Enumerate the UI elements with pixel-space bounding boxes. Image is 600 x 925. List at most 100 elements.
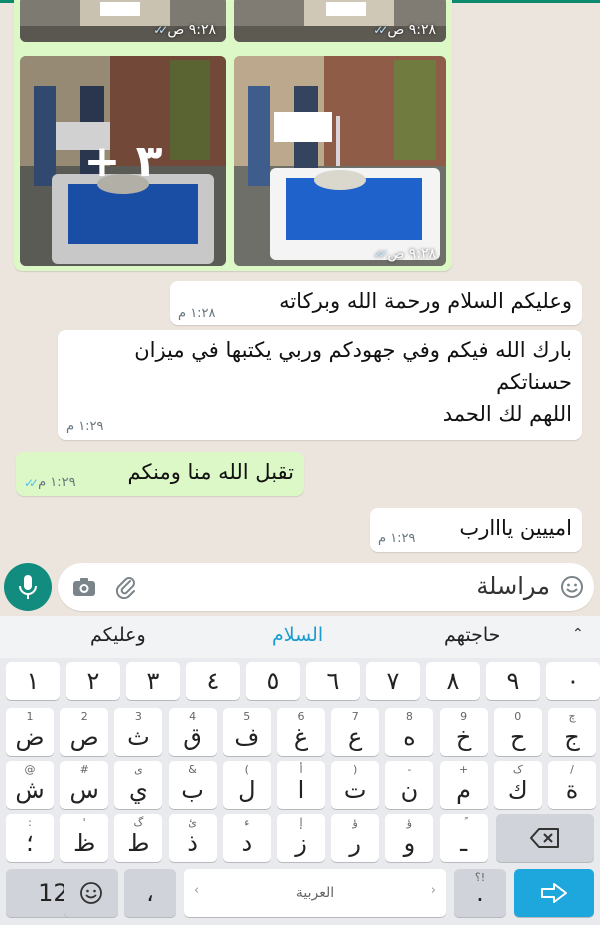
key-label: ٨	[446, 667, 460, 695]
letter-key[interactable]: ﭺج	[548, 708, 596, 756]
suggestion-item[interactable]: وعليكم	[90, 624, 146, 646]
chat-area[interactable]: ٩:٢٨ ص ✓✓ ٩:٢٨ ص ✓✓ + ٣ ٩:٢٨ ص ✓✓ وعليكم…	[0, 0, 600, 618]
emoji-icon[interactable]	[560, 575, 584, 599]
key-secondary-label: ؤ	[406, 816, 413, 829]
key-label: م	[456, 776, 472, 804]
letter-key[interactable]: ًـ	[439, 814, 488, 862]
letter-key[interactable]: ؤر	[331, 814, 380, 862]
enter-key[interactable]	[514, 869, 594, 917]
digit-key[interactable]: ١	[6, 662, 60, 700]
digit-key[interactable]: ٦	[306, 662, 360, 700]
letter-key[interactable]: کك	[493, 761, 542, 809]
key-secondary-label: (	[244, 763, 249, 776]
digit-key[interactable]: ٨	[426, 662, 480, 700]
mic-button[interactable]	[4, 563, 52, 611]
digit-key[interactable]: ٥	[246, 662, 300, 700]
message-input[interactable]: مراسلة	[58, 563, 594, 611]
read-ticks-icon: ✓✓	[373, 23, 388, 37]
digit-key[interactable]: ٣	[126, 662, 180, 700]
key-secondary-label: 2	[80, 710, 88, 723]
key-label: ٧	[386, 667, 400, 695]
key-secondary-label: -	[407, 763, 412, 776]
key-label: ث	[127, 723, 150, 751]
space-key[interactable]: ‹ العربية ›	[184, 869, 446, 917]
letter-key[interactable]: ئذ	[168, 814, 217, 862]
letter-key[interactable]: + م	[439, 761, 488, 809]
letter-key[interactable]: أا	[277, 761, 325, 809]
media-message[interactable]: ٩:٢٨ ص ✓✓ ٩:٢٨ ص ✓✓ + ٣ ٩:٢٨ ص ✓✓	[14, 0, 452, 271]
emoji-key[interactable]	[64, 869, 118, 917]
digit-key[interactable]: ٩	[486, 662, 540, 700]
letter-key[interactable]: # س	[60, 761, 109, 809]
letter-key[interactable]: 8ه	[385, 708, 434, 756]
period-key[interactable]: ؟! .	[454, 869, 506, 917]
letter-key[interactable]: 0ح	[493, 708, 542, 756]
letter-key[interactable]: 6غ	[277, 708, 325, 756]
letter-key[interactable]: 2ص	[60, 708, 109, 756]
outgoing-message[interactable]: تقبل الله منا ومنكم ١:٢٩ م ✓✓	[16, 452, 304, 496]
incoming-message[interactable]: امييين يااارب ١:٢٩ م	[370, 508, 582, 552]
letter-key[interactable]: 9خ	[439, 708, 488, 756]
photo-thumbnail[interactable]: ٩:٢٨ ص ✓✓	[20, 0, 226, 42]
camera-icon[interactable]	[72, 577, 96, 597]
letter-key[interactable]: : ؛	[6, 814, 54, 862]
digit-key[interactable]: ٠	[546, 662, 600, 700]
key-label: ج	[564, 723, 580, 751]
space-key-label: العربية	[295, 885, 335, 901]
letter-key[interactable]: گط	[114, 814, 163, 862]
letter-key[interactable]: 3ث	[114, 708, 163, 756]
letter-key[interactable]: 5ف	[222, 708, 271, 756]
digit-key[interactable]: ٤	[186, 662, 240, 700]
message-composer: مراسلة	[0, 558, 600, 616]
letter-key[interactable]: @ ش	[6, 761, 54, 809]
letter-key[interactable]: / ة	[548, 761, 596, 809]
letter-key[interactable]: ىي	[114, 761, 163, 809]
key-label: ن	[400, 776, 419, 804]
key-secondary-label: ئ	[188, 816, 197, 829]
key-label: ذ	[187, 829, 198, 857]
digit-key[interactable]: ٧	[366, 662, 420, 700]
comma-key[interactable]: ،	[124, 869, 176, 917]
paperclip-icon[interactable]	[114, 575, 138, 599]
photo-time: ٩:٢٨ ص	[387, 246, 436, 262]
key-label: خ	[455, 723, 472, 751]
key-secondary-label: أ	[299, 763, 303, 776]
key-secondary-label: 3	[134, 710, 142, 723]
letter-key[interactable]: 1ض	[6, 708, 54, 756]
key-label: ش	[15, 776, 45, 804]
expand-suggestions-icon[interactable]: ⌃	[572, 626, 584, 642]
key-secondary-label: ء	[244, 816, 250, 829]
message-placeholder: مراسلة	[476, 572, 550, 600]
photo-thumbnail[interactable]: + ٣	[20, 56, 226, 266]
photo-thumbnail[interactable]: ٩:٢٨ ص ✓✓	[234, 56, 446, 266]
letter-key[interactable]: (ل	[222, 761, 271, 809]
incoming-message[interactable]: وعليكم السلام ورحمة الله وبركاته ١:٢٨ م	[170, 281, 582, 325]
letter-key[interactable]: & ب	[168, 761, 217, 809]
key-label: ك	[507, 776, 528, 804]
read-ticks-icon: ✓✓	[24, 475, 39, 490]
key-label: ٣	[146, 667, 160, 695]
backspace-key[interactable]	[496, 814, 594, 862]
letter-key[interactable]: -ن	[385, 761, 434, 809]
letter-key[interactable]: ؤو	[385, 814, 434, 862]
letter-key[interactable]: ءد	[222, 814, 271, 862]
suggestion-item[interactable]: حاجتهم	[444, 624, 500, 646]
key-label: ؛	[26, 829, 34, 857]
letter-key[interactable]: ' ظ	[60, 814, 109, 862]
photo-thumbnail[interactable]: ٩:٢٨ ص ✓✓	[234, 0, 446, 42]
letter-key[interactable]: 7ع	[331, 708, 380, 756]
message-text: بارك الله فيكم وفي جهودكم وربي يكتبها في…	[134, 338, 572, 426]
key-secondary-label: ى	[134, 763, 143, 776]
letter-key[interactable]: ) ت	[331, 761, 380, 809]
key-secondary-label: 9	[460, 710, 468, 723]
letter-key[interactable]: 4ق	[168, 708, 217, 756]
key-label: ٤	[206, 667, 220, 695]
photo-time: ٩:٢٨ ص	[387, 22, 436, 38]
letter-key[interactable]: إز	[277, 814, 325, 862]
key-secondary-label: #	[79, 763, 89, 776]
digit-key[interactable]: ٢	[66, 662, 120, 700]
key-secondary-label: :	[28, 816, 32, 829]
message-time: ١:٢٩ م	[66, 419, 104, 434]
suggestion-item[interactable]: السلام	[272, 624, 323, 646]
incoming-message[interactable]: بارك الله فيكم وفي جهودكم وربي يكتبها في…	[58, 330, 582, 440]
